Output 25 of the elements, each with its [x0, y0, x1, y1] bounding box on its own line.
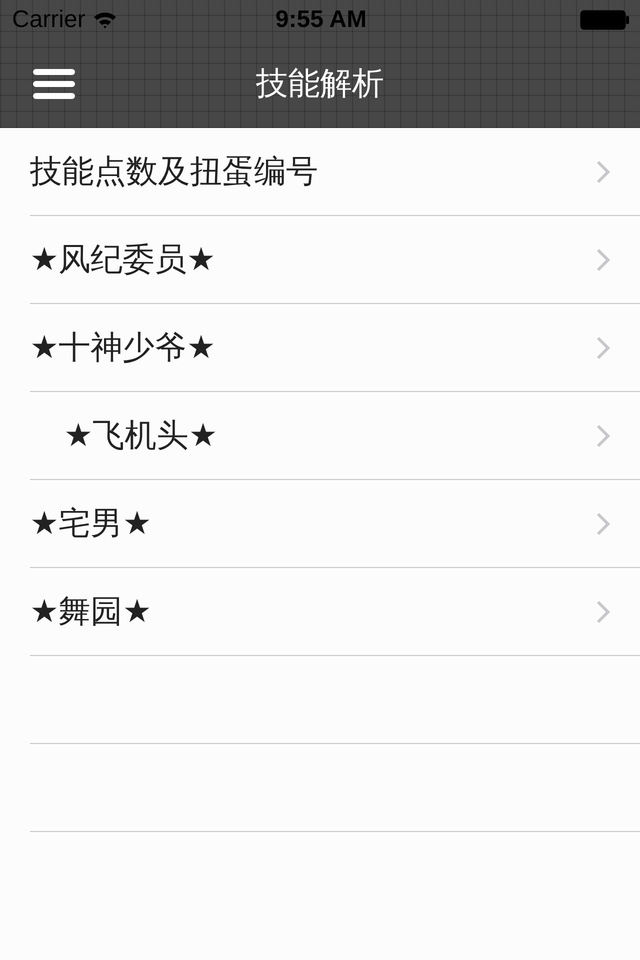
wifi-icon [93, 11, 118, 29]
list-item[interactable]: ★十神少爷★ [30, 304, 640, 392]
chevron-icon [596, 600, 610, 624]
list-item[interactable]: 技能点数及扭蛋编号 [30, 128, 640, 216]
chevron-icon [596, 160, 610, 184]
chevron-icon [596, 512, 610, 536]
item-label: 技能点数及扭蛋编号 [30, 150, 318, 192]
menu-icon [33, 68, 75, 100]
list-item[interactable]: ★舞园★ [30, 568, 640, 656]
menu-button[interactable] [33, 68, 75, 100]
carrier-name: Carrier [12, 6, 86, 34]
screen-title: 技能解析 [256, 63, 384, 104]
item-label: ★宅男★ [30, 502, 152, 544]
item-label: ★风纪委员★ [30, 238, 216, 280]
chevron-icon [596, 248, 610, 272]
chevron-icon [596, 336, 610, 360]
list-item[interactable]: ★飞机头★ [30, 392, 640, 480]
item-label: ★飞机头★ [63, 414, 218, 456]
list-item[interactable]: ★宅男★ [30, 480, 640, 568]
item-label: ★十神少爷★ [30, 326, 216, 368]
battery-icon [580, 10, 630, 30]
item-label: ★舞园★ [30, 590, 152, 632]
list-item[interactable]: ★风纪委员★ [30, 216, 640, 304]
chevron-icon [596, 424, 610, 448]
status-time: 9:55 AM [275, 6, 367, 34]
